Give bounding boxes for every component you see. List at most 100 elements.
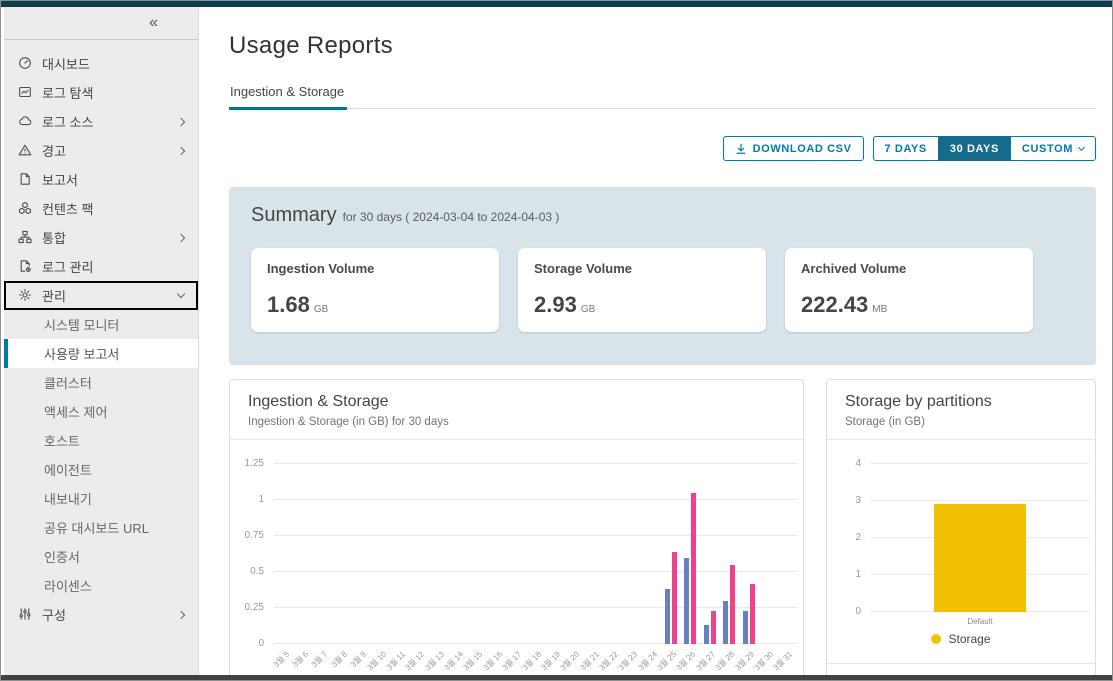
dashboard-icon [18,56,33,71]
x-tick-label: 3월 6 [290,649,311,670]
collapse-sidebar-icon[interactable]: « [149,15,158,31]
sidebar-item[interactable]: 보고서 [4,165,198,194]
chart-legend: Storage [827,628,1095,656]
sidebar-item[interactable]: 호스트 [4,426,198,455]
page-title: Usage Reports [229,32,393,59]
integrations-icon [18,230,33,245]
tab-bar: Ingestion & Storage [229,84,1096,110]
content-packs-icon [18,201,33,216]
sidebar-item[interactable]: 사용량 보고서 [4,339,198,368]
sidebar-item[interactable]: 라이센스 [4,571,198,600]
y-tick-label: 0.75 [244,530,264,541]
sidebar-item-label: 구성 [42,608,66,623]
bar-group [723,564,736,644]
plot [274,463,797,644]
card-label: Storage Volume [534,261,633,276]
administration-icon [18,288,33,303]
toolbar: DOWNLOAD CSV 7 DAYS 30 DAYS CUSTOM [229,136,1096,161]
y-tick-label: 1 [258,494,264,505]
configuration-icon [18,607,33,622]
chevron-right-icon [176,610,186,619]
sidebar-item-label: 인증서 [44,550,80,565]
y-axis: 0 1 2 3 4 [827,458,871,617]
sidebar-item-label: 컨텐츠 팩 [42,202,94,217]
sidebar-item[interactable]: 클러스터 [4,368,198,397]
chart-subtitle: Storage (in GB) [845,416,925,428]
archived-volume-card: Archived Volume 222.43 MB [785,248,1033,332]
y-axis: 0 0.25 0.5 0.75 1 1.25 [230,458,274,649]
x-tick-label: 3월 13 [423,649,446,673]
charts-row: Ingestion & Storage Ingestion & Storage … [229,379,1096,675]
reports-icon [18,172,33,187]
bar-group [703,610,716,644]
y-tick-label: 1.25 [244,458,264,469]
x-tick-label: 3월 29 [733,649,756,673]
x-tick-label: 3월 23 [616,649,640,673]
tab-ingestion-storage[interactable]: Ingestion & Storage [229,84,348,110]
range-button-group: 7 DAYS 30 DAYS CUSTOM [872,136,1096,161]
x-tick-label: 3월 5 [271,649,291,670]
x-tick-label: 3월 25 [655,649,679,673]
sidebar-item-label: 내보내기 [44,492,92,507]
sidebar-item[interactable]: 로그 관리 [4,252,198,281]
plot-area: 0 1 2 3 4 [827,440,1095,617]
chart-footer: VIEW ALL PARTITIONS [827,663,1095,675]
range-30-days-button[interactable]: 30 DAYS [937,136,1011,161]
x-tick-label: 3월 16 [481,649,504,673]
sidebar-item[interactable]: 공유 대시보드 URL [4,513,198,542]
card-unit: GB [580,304,596,315]
ingestion-volume-card: Ingestion Volume 1.68 GB [251,248,499,332]
sidebar-item[interactable]: 에이전트 [4,455,198,484]
sidebar-item-label: 액세스 제어 [44,405,108,420]
legend-label: Storage [948,632,991,646]
alerts-icon [18,143,33,158]
main-content: Usage Reports Ingestion & Storage DOWNLO… [199,7,1112,675]
bar-storage [691,492,697,644]
bottom-bar [1,675,1112,680]
summary-section: Summary for 30 days ( 2024-03-04 to 2024-… [229,187,1096,365]
chart-title: Storage by partitions [845,393,992,410]
y-tick-label: 3 [855,495,861,506]
chart-subtitle: Ingestion & Storage (in GB) for 30 days [248,416,449,428]
sidebar-item-label: 로그 탐색 [42,86,94,101]
sidebar-item[interactable]: 로그 소스 [4,107,198,136]
download-csv-button[interactable]: DOWNLOAD CSV [722,136,864,161]
bar-storage [730,564,736,644]
x-tick-label: 3월 19 [539,649,562,673]
y-tick-label: 0 [855,606,861,617]
range-7-days-button[interactable]: 7 DAYS [872,136,939,161]
range-custom-label: CUSTOM [1021,142,1073,155]
x-tick-label: 3월 31 [771,649,795,673]
range-custom-button[interactable]: CUSTOM [1009,136,1096,161]
bar-group [665,551,678,644]
bar-group [934,503,1026,612]
sidebar-item[interactable]: 내보내기 [4,484,198,513]
y-tick-label: 0.25 [244,602,264,613]
summary-cards: Ingestion Volume 1.68 GB Storage Volume 2… [251,248,1074,332]
sidebar-item[interactable]: 관리 [4,281,198,310]
chart-body: 0 0.25 0.5 0.75 1 1.25 3월 5 3월 6 3월 7 3월 8 3월 9 3월… [230,440,803,675]
sidebar-nav: 대시보드로그 탐색로그 소스 경고 보고서컨텐츠 팩통합 로그 관리 관리 시스템 모니터… [4,40,198,675]
y-tick-label: 0 [258,638,264,649]
sidebar-item-label: 에이전트 [44,463,92,478]
sidebar-item[interactable]: 경고 [4,136,198,165]
y-tick-label: 0.5 [250,566,264,577]
legend-item-storage[interactable]: Storage [931,632,991,646]
x-tick-label: 3월 22 [597,649,621,673]
ingestion-storage-chart-card: Ingestion & Storage Ingestion & Storage … [229,379,804,675]
x-tick-label: 3월 26 [674,649,698,673]
sidebar-item[interactable]: 컨텐츠 팩 [4,194,198,223]
sidebar-item[interactable]: 시스템 모니터 [4,310,198,339]
bar-ingestion [665,589,671,644]
sidebar-item-label: 라이센스 [44,579,92,594]
sidebar-item[interactable]: 액세스 제어 [4,397,198,426]
sidebar-item[interactable]: 인증서 [4,542,198,571]
sidebar-item[interactable]: 통합 [4,223,198,252]
sidebar-item[interactable]: 구성 [4,600,198,629]
x-tick-label: 3월 10 [365,649,388,673]
x-tick-label: 3월 30 [752,649,776,673]
sidebar-item[interactable]: 대시보드 [4,49,198,78]
log-management-icon [18,259,33,274]
gridline [871,463,1089,464]
sidebar-item[interactable]: 로그 탐색 [4,78,198,107]
